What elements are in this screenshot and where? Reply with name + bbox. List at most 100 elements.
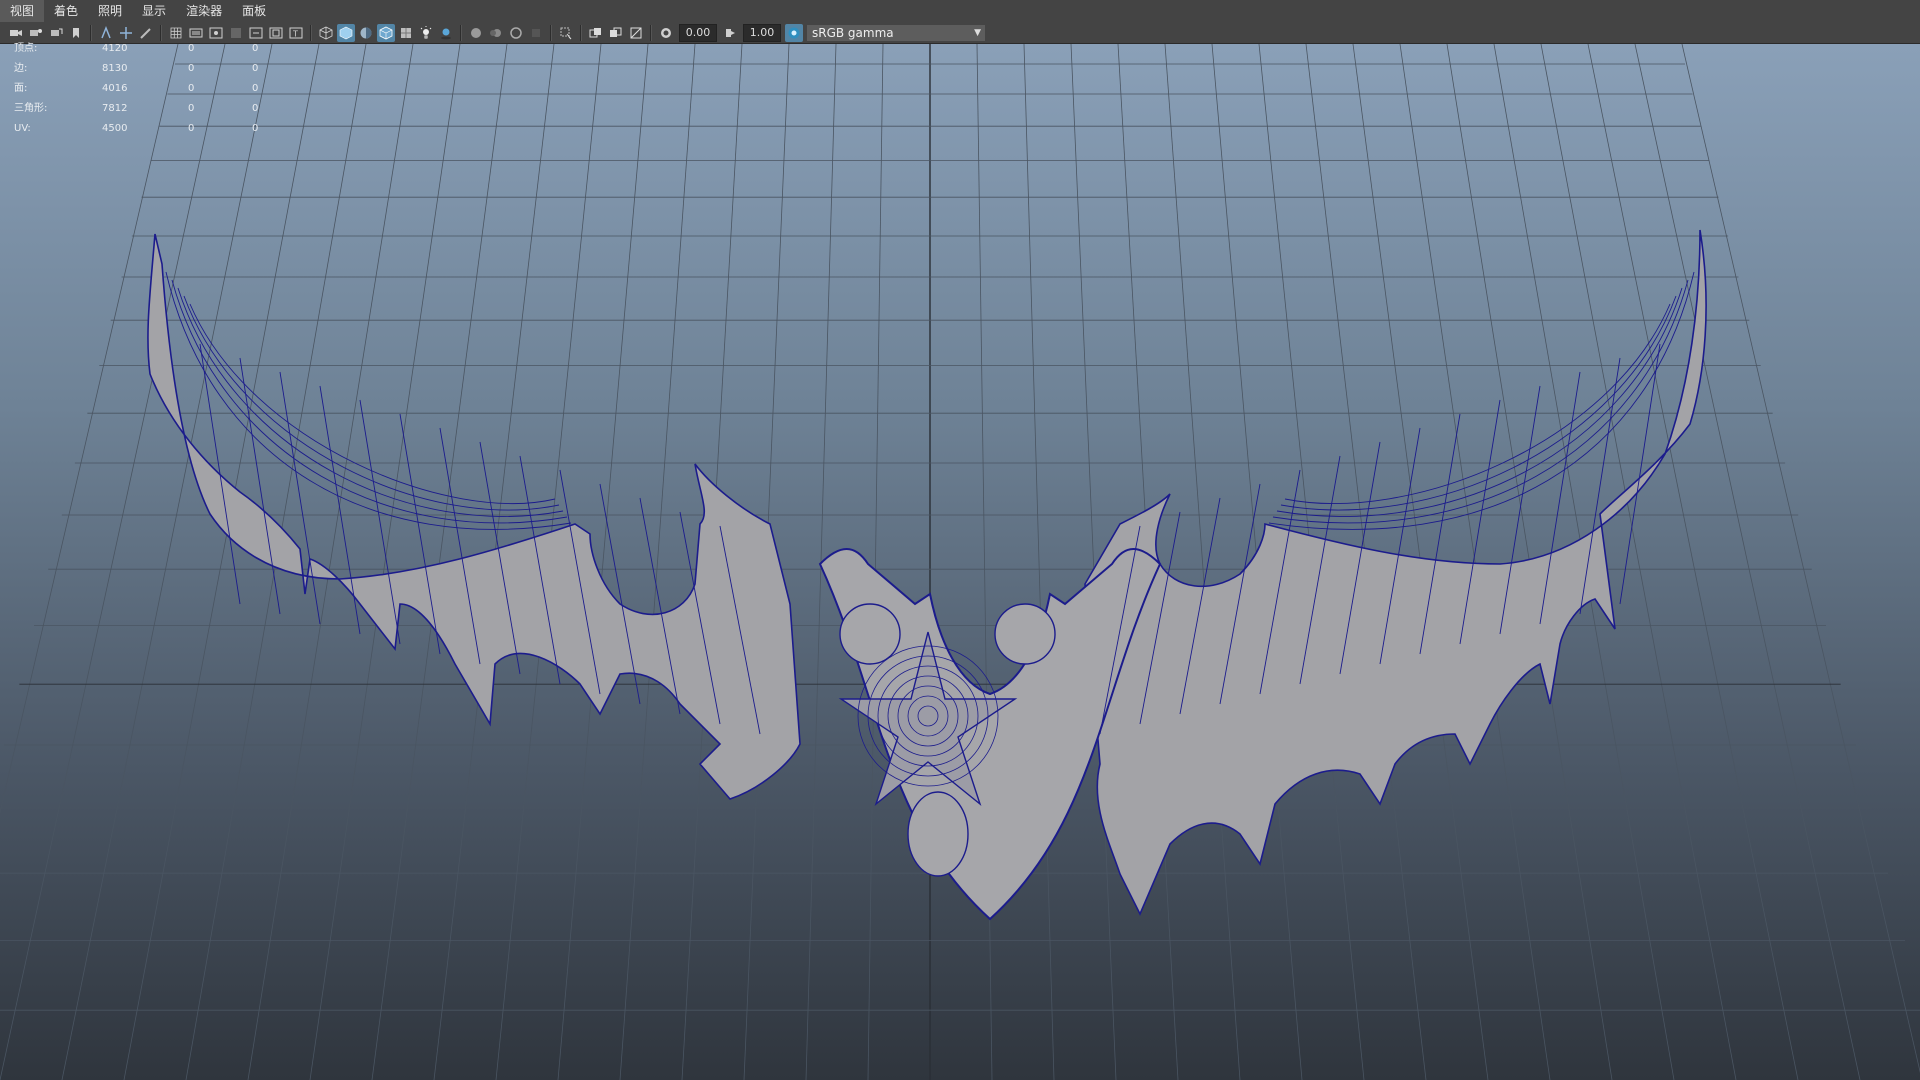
hud-value: 0 bbox=[252, 63, 259, 74]
hud-value: 0 bbox=[188, 63, 195, 74]
viewport-panel[interactable]: persp bbox=[0, 44, 1920, 1080]
ambient-occlusion-icon[interactable] bbox=[467, 24, 485, 42]
panel-toolbar: T 0.00 1.00 sRGB gamma ▼ bbox=[0, 22, 1920, 44]
svg-text:T: T bbox=[292, 29, 298, 38]
camera-select-icon[interactable] bbox=[7, 24, 25, 42]
bat-wing-mesh[interactable] bbox=[147, 229, 1707, 921]
shield-lower-gem[interactable] bbox=[907, 791, 969, 877]
pan-zoom-icon[interactable] bbox=[117, 24, 135, 42]
grid-line bbox=[0, 44, 226, 1080]
color-management-icon[interactable] bbox=[785, 23, 803, 42]
view-transform-select[interactable]: sRGB gamma ▼ bbox=[807, 24, 985, 41]
wire-edge bbox=[1276, 287, 1683, 517]
backface-culling-icon[interactable] bbox=[627, 24, 645, 42]
wireframe-on-shaded-icon[interactable] bbox=[377, 23, 395, 42]
wire-edge bbox=[1280, 295, 1677, 511]
gamma-field[interactable]: 1.00 bbox=[743, 23, 781, 42]
menu-renderer[interactable]: 渲染器 bbox=[176, 0, 232, 22]
view-transform-value: sRGB gamma bbox=[812, 25, 894, 40]
wire-edge bbox=[399, 413, 441, 655]
hud-value: 4500 bbox=[102, 123, 128, 134]
menu-shading[interactable]: 着色 bbox=[44, 0, 88, 22]
hud-label: 边: bbox=[14, 63, 28, 74]
hud-row-faces: 面: 4016 0 0 bbox=[14, 84, 264, 104]
hud-label: UV: bbox=[14, 123, 31, 134]
gamma-icon[interactable] bbox=[721, 24, 739, 42]
menu-lighting[interactable]: 照明 bbox=[88, 0, 132, 22]
wireframe-icon[interactable] bbox=[317, 24, 335, 42]
grid-line bbox=[1164, 44, 1241, 1080]
safe-title-icon[interactable]: T bbox=[287, 24, 305, 42]
use-lights-icon[interactable] bbox=[417, 24, 435, 42]
xray-icon[interactable] bbox=[587, 24, 605, 42]
grid-line bbox=[0, 44, 179, 815]
gate-mask-icon[interactable] bbox=[227, 24, 245, 42]
grid-line bbox=[619, 44, 696, 1080]
hud-value: 0 bbox=[188, 103, 195, 114]
bookmark-camera-icon[interactable] bbox=[47, 24, 65, 42]
grid-toggle-icon[interactable] bbox=[167, 24, 185, 42]
safe-action-icon[interactable] bbox=[267, 24, 285, 42]
shield-eye-left[interactable] bbox=[839, 603, 901, 665]
hud-row-vertices: 顶点: 4120 0 0 bbox=[14, 44, 264, 64]
grease-pencil-icon[interactable] bbox=[137, 24, 155, 42]
scene-canvas[interactable] bbox=[0, 44, 1920, 1080]
wire-edge bbox=[177, 287, 564, 517]
hud-value: 4016 bbox=[102, 83, 128, 94]
exposure-icon[interactable] bbox=[657, 24, 675, 42]
image-plane-icon[interactable] bbox=[97, 24, 115, 42]
hud-label: 面: bbox=[14, 83, 28, 94]
grid-line bbox=[1681, 44, 1920, 1074]
toolbar-divider bbox=[90, 24, 92, 41]
menu-panels[interactable]: 面板 bbox=[232, 0, 276, 22]
left-wing-surface[interactable] bbox=[147, 233, 801, 800]
grid-line bbox=[1023, 44, 1055, 1080]
toolbar-divider bbox=[550, 24, 552, 41]
hud-value: 8130 bbox=[102, 63, 128, 74]
menu-view[interactable]: 视图 bbox=[0, 0, 45, 22]
smooth-shade-icon[interactable] bbox=[337, 23, 355, 42]
isolate-select-icon[interactable] bbox=[557, 24, 575, 42]
hud-row-triangles: 三角形: 7812 0 0 bbox=[14, 104, 264, 124]
resolution-gate-icon[interactable] bbox=[207, 24, 225, 42]
exposure-field[interactable]: 0.00 bbox=[679, 23, 717, 42]
wire-edge bbox=[239, 357, 281, 615]
textured-icon[interactable] bbox=[397, 24, 415, 42]
shadows-icon[interactable] bbox=[437, 24, 455, 42]
toolbar-divider bbox=[460, 24, 462, 41]
grid-line bbox=[1587, 44, 1799, 1080]
hud-value: 0 bbox=[188, 123, 195, 134]
anti-aliasing-icon[interactable] bbox=[507, 24, 525, 42]
poly-count-hud: 顶点: 4120 0 0 边: 8130 0 0 面: 4016 0 0 三角形… bbox=[14, 44, 264, 144]
hud-value: 0 bbox=[252, 83, 259, 94]
toolbar-divider bbox=[580, 24, 582, 41]
toolbar-divider bbox=[650, 24, 652, 41]
depth-of-field-icon[interactable] bbox=[527, 24, 545, 42]
toolbar-divider bbox=[310, 24, 312, 41]
xray-joints-icon[interactable] bbox=[607, 24, 625, 42]
shield-eye-right[interactable] bbox=[994, 603, 1056, 665]
camera-attributes-icon[interactable] bbox=[27, 24, 45, 42]
grid-line bbox=[309, 44, 461, 1080]
hud-value: 4120 bbox=[102, 43, 128, 54]
grid-line bbox=[976, 44, 993, 1080]
hud-label: 三角形: bbox=[14, 103, 48, 114]
hud-row-edges: 边: 8130 0 0 bbox=[14, 64, 264, 84]
hud-value: 0 bbox=[188, 83, 195, 94]
menu-bar: 视图 着色 照明 显示 渲染器 面板 bbox=[0, 0, 1920, 23]
motion-blur-icon[interactable] bbox=[487, 24, 505, 42]
hud-value: 7812 bbox=[102, 103, 128, 114]
default-material-icon[interactable] bbox=[357, 24, 375, 42]
menu-show[interactable]: 显示 bbox=[132, 0, 176, 22]
wire-edge bbox=[1284, 303, 1671, 504]
grid-line bbox=[867, 44, 884, 1080]
field-chart-icon[interactable] bbox=[247, 24, 265, 42]
bookmark-icon[interactable] bbox=[67, 24, 85, 42]
grid-line bbox=[61, 44, 273, 1080]
film-gate-icon[interactable] bbox=[187, 24, 205, 42]
hud-value: 0 bbox=[252, 123, 259, 134]
chevron-down-icon: ▼ bbox=[974, 27, 981, 38]
toolbar-divider bbox=[160, 24, 162, 41]
wire-edge bbox=[1272, 279, 1689, 524]
hud-value: 0 bbox=[252, 43, 259, 54]
